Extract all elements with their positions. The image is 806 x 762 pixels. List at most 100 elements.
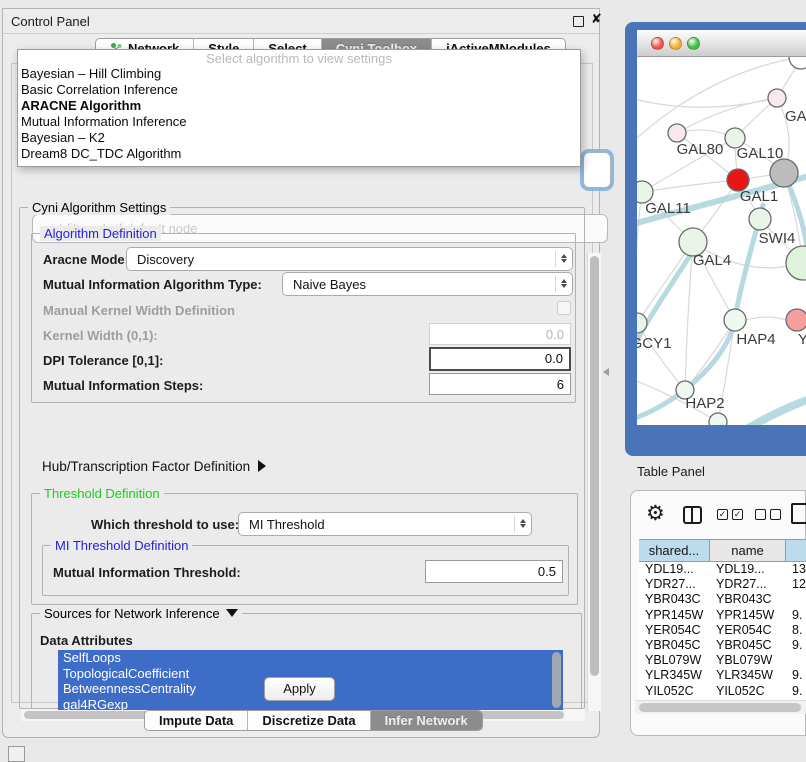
group-title: Cyni Algorithm Settings — [28, 200, 170, 215]
inference-algorithm-combobox[interactable] — [583, 152, 611, 188]
network-node[interactable] — [786, 246, 806, 280]
table-row[interactable]: YLR345WYLR345W9. — [639, 668, 806, 683]
table-cell: YPR145W — [710, 608, 786, 623]
table-cell: YER054C — [710, 623, 786, 638]
network-node[interactable] — [668, 124, 686, 142]
group-title: MI Threshold Definition — [51, 538, 192, 553]
table-row[interactable]: YBR043CYBR043C — [639, 592, 806, 607]
network-node[interactable] — [709, 413, 727, 425]
hub-definition-toggle[interactable]: Hub/Transcription Factor Definition — [42, 459, 266, 474]
zoom-traffic-light[interactable] — [687, 37, 700, 50]
table-cell: YBR045C — [639, 638, 710, 653]
tab-infer-network[interactable]: Infer Network — [371, 711, 482, 730]
table-cell: 8. — [786, 623, 806, 638]
network-node-label: GAL4 — [693, 252, 731, 269]
mi-threshold-field[interactable]: 0.5 — [425, 560, 563, 583]
float-window-icon[interactable] — [573, 16, 584, 27]
unchecked-checkbox-icon[interactable] — [770, 509, 781, 520]
table-row[interactable]: YIL052CYIL052C9. — [639, 684, 806, 699]
mi-threshold-definition-group: MI Threshold Definition Mutual Informati… — [42, 545, 569, 596]
table-cell: YBL079W — [710, 653, 786, 668]
dpi-tolerance-field[interactable]: 0.0 — [429, 347, 571, 371]
mi-steps-label: Mutual Information Steps: — [43, 378, 203, 393]
network-node-label: SWI4 — [759, 230, 796, 247]
table-row[interactable]: YDL19...YDL19...13 — [639, 562, 806, 577]
dropdown-item[interactable]: Mutual Information Inference — [18, 114, 580, 130]
settings-vertical-scrollbar[interactable] — [587, 253, 601, 711]
scrollbar-thumb[interactable] — [639, 703, 801, 712]
network-window-titlebar — [637, 30, 806, 57]
network-edge[interactable] — [637, 97, 777, 107]
network-edge[interactable] — [677, 98, 777, 133]
network-node[interactable] — [786, 309, 806, 331]
network-edge-highlighted[interactable] — [745, 398, 806, 425]
dropdown-item[interactable]: ARACNE Algorithm — [18, 98, 580, 114]
column-header[interactable] — [786, 540, 806, 561]
kernel-width-field[interactable]: 0.0 — [429, 323, 571, 345]
table-row[interactable]: YBR045CYBR045C9. — [639, 638, 806, 653]
table-cell: YLR345W — [639, 668, 710, 683]
mi-algorithm-type-combobox[interactable]: Naive Bayes — [282, 272, 573, 296]
dropdown-placeholder: Select algorithm to view settings — [18, 51, 580, 66]
table-row[interactable]: YDR27...YDR27...12 — [639, 577, 806, 592]
network-node[interactable] — [789, 57, 806, 69]
table-cell: YBL079W — [639, 653, 710, 668]
checked-checkbox-icon[interactable]: ✓ — [717, 509, 728, 520]
dpi-tolerance-label: DPI Tolerance [0,1]: — [43, 353, 163, 368]
list-scrollbar-thumb[interactable] — [552, 652, 561, 708]
table-cell: YDL19... — [639, 562, 710, 577]
minimize-traffic-light[interactable] — [669, 37, 682, 50]
table-body: YDL19...YDL19...13YDR27...YDR27...12YBR0… — [639, 562, 806, 702]
network-canvas[interactable]: GALGAL80GAL10GAL1SWI4GAL11GAL4HAP4YGCY1H… — [637, 57, 806, 425]
network-node[interactable] — [770, 159, 798, 187]
close-traffic-light[interactable] — [651, 37, 664, 50]
dropdown-item[interactable]: Bayesian – K2 — [18, 130, 580, 146]
table-row[interactable]: YPR145WYPR145W9. — [639, 608, 806, 623]
table-horizontal-scrollbar[interactable] — [635, 700, 806, 714]
column-header[interactable]: shared... — [639, 540, 710, 561]
network-node-label: HAP2 — [685, 395, 724, 412]
network-edge[interactable] — [746, 317, 786, 320]
network-node-label: GAL10 — [737, 145, 784, 162]
attribute-list-item[interactable]: SelfLoops — [58, 650, 563, 666]
network-edge[interactable] — [637, 242, 693, 323]
network-node[interactable] — [724, 309, 746, 331]
table-cell: YBR043C — [639, 592, 710, 607]
manual-kernel-checkbox[interactable] — [557, 301, 571, 315]
tab-discretize-data[interactable]: Discretize Data — [248, 711, 370, 730]
network-node-label: GAL11 — [645, 200, 691, 217]
network-edge[interactable] — [685, 320, 735, 390]
tab-impute-data[interactable]: Impute Data — [145, 711, 248, 730]
table-row[interactable]: YER054CYER054C8. — [639, 623, 806, 638]
split-columns-icon[interactable] — [683, 506, 702, 524]
unchecked-checkbox-icon[interactable] — [755, 509, 766, 520]
page-icon[interactable] — [791, 503, 806, 524]
gear-icon[interactable]: ⚙ — [646, 504, 665, 524]
which-threshold-combobox[interactable]: MI Threshold — [238, 512, 532, 536]
column-header[interactable]: name — [710, 540, 786, 561]
network-edge[interactable] — [637, 323, 685, 390]
network-edge[interactable] — [637, 192, 642, 323]
scrollbar-thumb[interactable] — [590, 256, 599, 676]
dropdown-item[interactable]: Dream8 DC_TDC Algorithm — [18, 146, 580, 162]
checked-checkbox-icon[interactable]: ✓ — [732, 509, 743, 520]
dropdown-item[interactable]: Bayesian – Hill Climbing — [18, 66, 580, 82]
network-edge[interactable] — [642, 180, 738, 192]
network-node[interactable] — [749, 208, 771, 230]
sources-toggle[interactable]: Sources for Network Inference — [40, 606, 242, 621]
network-node[interactable] — [768, 89, 786, 107]
split-pane-handle-icon[interactable] — [603, 368, 609, 376]
table-row[interactable]: YBL079WYBL079W — [639, 653, 806, 668]
dropdown-item[interactable]: Basic Correlation Inference — [18, 82, 580, 98]
close-icon[interactable]: ✘ — [591, 11, 602, 27]
mi-steps-field[interactable]: 6 — [429, 373, 571, 395]
aracne-mode-combobox[interactable]: Discovery — [126, 247, 573, 271]
collapsed-panel-icon[interactable] — [8, 746, 25, 762]
table-cell: YDL19... — [710, 562, 786, 577]
combo-arrows-icon — [514, 516, 531, 531]
collapsed-arrow-icon — [258, 460, 266, 472]
apply-button[interactable]: Apply — [264, 677, 335, 701]
table-cell: YLR345W — [710, 668, 786, 683]
manual-kernel-label: Manual Kernel Width Definition — [43, 303, 235, 318]
table-cell: 9. — [786, 668, 806, 683]
